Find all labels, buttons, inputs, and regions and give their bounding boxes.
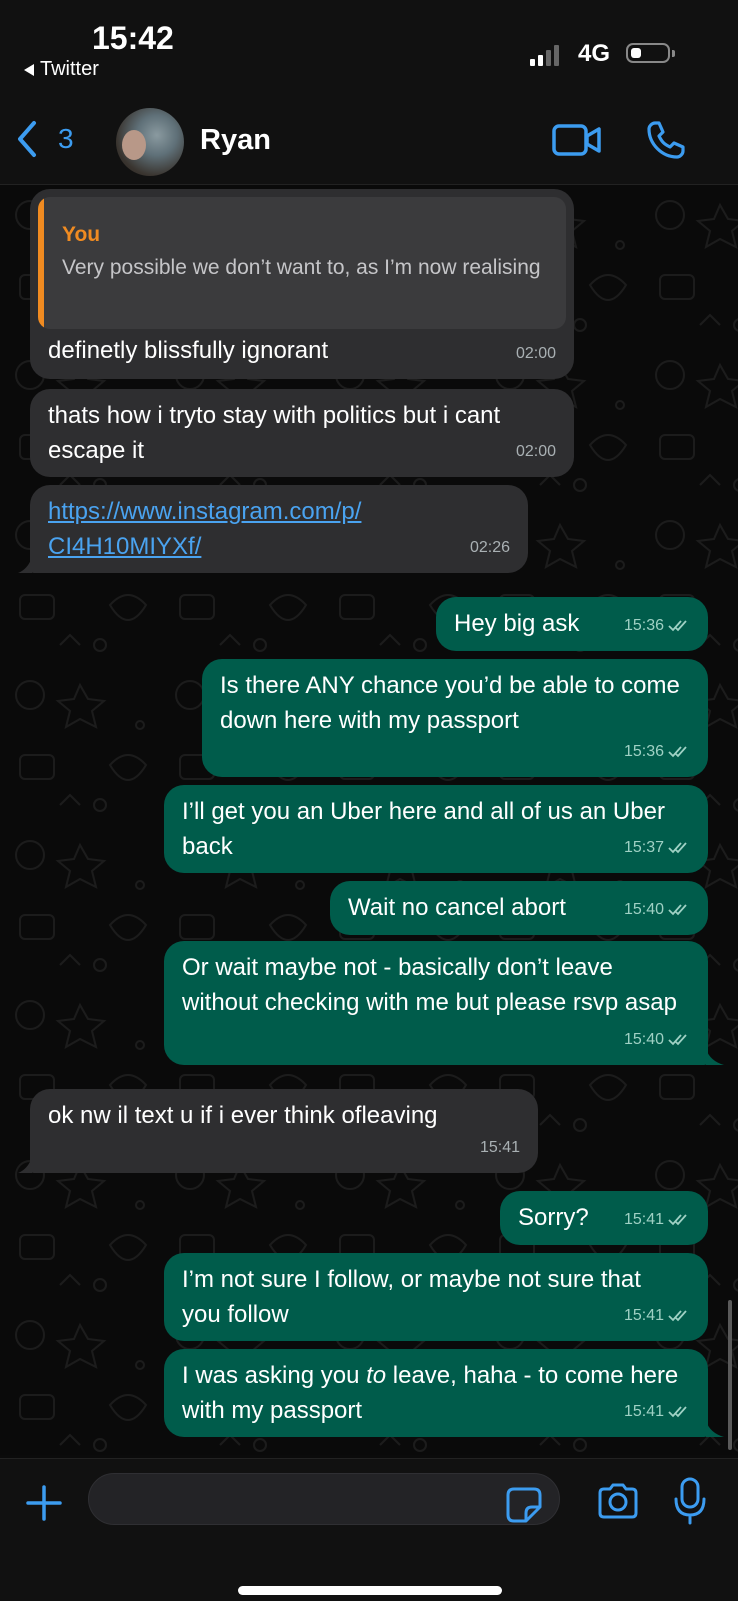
message-meta: 15:41 (624, 1202, 690, 1237)
back-to-app-link[interactable]: Twitter (24, 58, 99, 81)
microphone-icon[interactable] (672, 1477, 708, 1525)
back-app-label: Twitter (40, 58, 99, 80)
double-check-icon (668, 1213, 687, 1225)
message-time: 02:00 (515, 345, 556, 362)
scrollbar[interactable] (728, 1300, 732, 1450)
message-time: 15:40 (623, 1031, 664, 1048)
message-text: Or wait maybe not - basically don’t leav… (182, 954, 677, 1016)
message-text: Is there ANY chance you’d be able to com… (220, 672, 680, 734)
message-meta: 02:00 (516, 336, 556, 371)
home-indicator[interactable] (238, 1586, 502, 1595)
phone-icon[interactable] (646, 120, 686, 160)
message-time: 15:37 (623, 839, 664, 856)
back-triangle-icon (24, 63, 34, 76)
message-meta: 15:40 (624, 892, 690, 927)
message-meta: 02:00 (516, 434, 556, 469)
message-bubble-incoming[interactable]: https://www.instagram.com/p/ CI4H10MIYXf… (30, 485, 528, 573)
camera-icon[interactable] (596, 1483, 640, 1519)
double-check-icon (668, 745, 687, 757)
status-bar: 15:42 Twitter 4G (0, 0, 738, 100)
message-bubble-incoming[interactable]: ok nw il text u if i ever think ofleavin… (30, 1089, 538, 1173)
message-text: ok nw il text u if i ever think ofleavin… (48, 1102, 438, 1129)
message-time: 02:00 (515, 443, 556, 460)
double-check-icon (668, 1033, 687, 1045)
battery-icon (626, 43, 675, 63)
contact-name[interactable]: Ryan (200, 124, 271, 157)
message-bubble-outgoing[interactable]: Wait no cancel abort 15:40 (330, 881, 708, 935)
status-time: 15:42 (92, 20, 174, 56)
double-check-icon (668, 1405, 687, 1417)
double-check-icon (668, 841, 687, 853)
message-text: I’m not sure I follow, or maybe not sure… (182, 1266, 641, 1328)
message-bubble-outgoing[interactable]: I’ll get you an Uber here and all of us … (164, 785, 708, 873)
message-bubble-incoming[interactable]: thats how i tryto stay with politics but… (30, 389, 574, 477)
message-composer (0, 1458, 738, 1601)
message-text: I’ll get you an Uber here and all of us … (182, 798, 665, 860)
double-check-icon (668, 619, 687, 631)
unread-count: 3 (58, 123, 74, 154)
bubble-tail (18, 1157, 32, 1173)
message-text: I was asking you to leave, haha - to com… (182, 1362, 679, 1424)
quoted-text: Very possible we don’t want to, as I’m n… (62, 256, 541, 279)
message-time: 15:36 (623, 617, 664, 634)
message-meta: 15:41 (480, 1130, 520, 1165)
message-bubble-outgoing[interactable]: I was asking you to leave, haha - to com… (164, 1349, 708, 1437)
back-button[interactable]: 3 (16, 120, 74, 158)
message-bubble-outgoing[interactable]: Or wait maybe not - basically don’t leav… (164, 941, 708, 1065)
chat-header: 3 Ryan (0, 100, 738, 185)
quote-bar (38, 197, 44, 329)
message-time: 15:36 (623, 743, 664, 760)
quoted-author: You (62, 223, 101, 246)
message-meta: 15:41 (624, 1394, 690, 1429)
message-bubble-outgoing[interactable]: Hey big ask 15:36 (436, 597, 708, 651)
message-bubble-outgoing[interactable]: I’m not sure I follow, or maybe not sure… (164, 1253, 708, 1341)
message-input[interactable] (88, 1473, 560, 1525)
message-bubble-outgoing[interactable]: Is there ANY chance you’d be able to com… (202, 659, 708, 777)
message-list[interactable]: You Very possible we don’t want to, as I… (0, 185, 738, 1455)
plus-icon[interactable] (24, 1483, 64, 1523)
message-meta: 15:40 (624, 1022, 690, 1057)
chevron-left-icon (18, 121, 36, 157)
message-time: 15:41 (623, 1211, 664, 1228)
message-meta: 15:37 (624, 830, 690, 865)
bubble-tail (18, 557, 32, 573)
message-bubble-outgoing[interactable]: Sorry? 15:41 (500, 1191, 708, 1245)
double-check-icon (668, 903, 687, 915)
message-text: definetly blissfully ignorant (48, 337, 329, 364)
message-meta: 15:36 (624, 608, 690, 643)
network-type: 4G (578, 40, 611, 67)
quoted-message[interactable]: You Very possible we don’t want to, as I… (38, 197, 566, 329)
message-time: 15:41 (623, 1307, 664, 1324)
bubble-tail (706, 1049, 724, 1065)
message-bubble-incoming[interactable]: You Very possible we don’t want to, as I… (30, 189, 574, 379)
message-time: 15:41 (479, 1139, 520, 1156)
message-link[interactable]: https://www.instagram.com/p/ CI4H10MIYXf… (48, 494, 510, 564)
message-time: 15:40 (623, 901, 664, 918)
avatar[interactable] (116, 108, 184, 176)
message-meta: 02:26 (470, 530, 510, 565)
bubble-tail (706, 1421, 724, 1437)
sticker-icon[interactable] (506, 1487, 542, 1523)
message-meta: 15:41 (624, 1298, 690, 1333)
message-meta: 15:36 (624, 734, 690, 769)
message-time: 15:41 (623, 1403, 664, 1420)
video-call-icon[interactable] (552, 124, 602, 156)
double-check-icon (668, 1309, 687, 1321)
signal-icon (530, 44, 559, 66)
message-time: 02:26 (469, 539, 510, 556)
message-text: thats how i tryto stay with politics but… (48, 402, 501, 464)
